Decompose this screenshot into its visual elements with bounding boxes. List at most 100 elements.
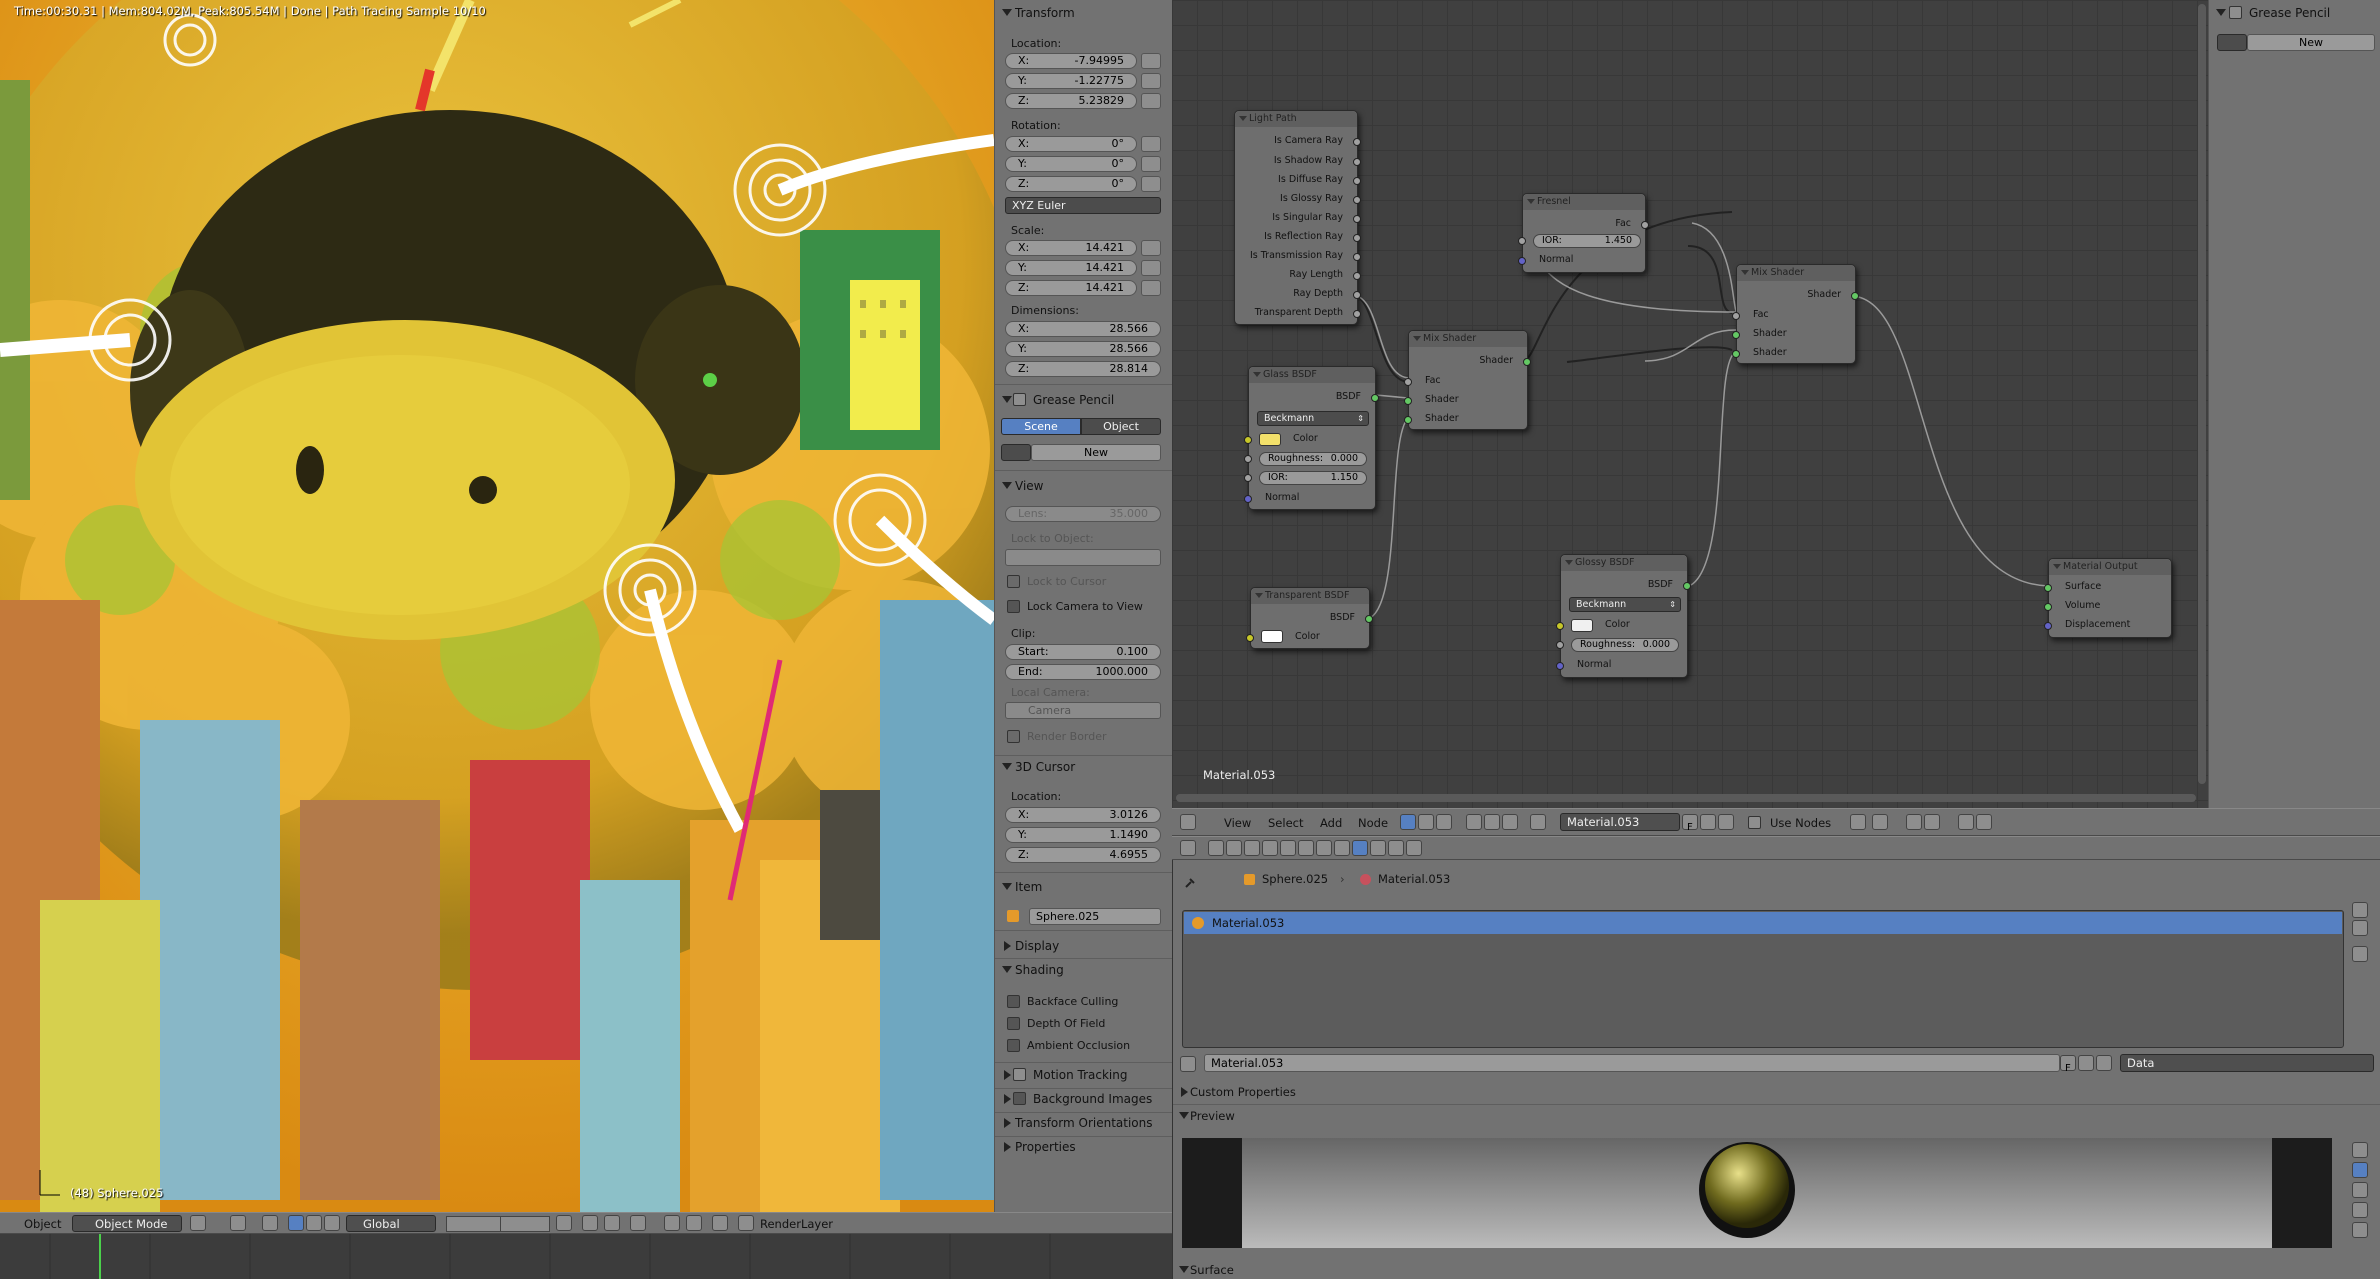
material-name-field[interactable]: Material.053 (1560, 813, 1680, 831)
line-style-icon[interactable] (1502, 814, 1518, 830)
pin-icon[interactable] (1184, 874, 1196, 888)
input-socket[interactable] (1518, 237, 1526, 245)
material-tab-icon[interactable] (1352, 840, 1368, 856)
physics-tab-icon[interactable] (1406, 840, 1422, 856)
transform-orientations-panel-header[interactable]: Transform Orientations (995, 1113, 1173, 1133)
display-panel-header[interactable]: Display (995, 936, 1173, 956)
layer-buttons[interactable] (446, 1216, 506, 1232)
lock-icon[interactable] (1141, 176, 1161, 192)
menu-object[interactable]: Object (24, 1217, 61, 1231)
breadcrumb-object[interactable]: Sphere.025 (1262, 872, 1328, 886)
surface-panel-header[interactable]: Surface (1172, 1260, 1350, 1279)
texture-nodes-icon[interactable] (1436, 814, 1452, 830)
scene-toggle[interactable]: Scene (1001, 418, 1081, 435)
output-socket[interactable] (1353, 158, 1361, 166)
pencil-icon[interactable] (2217, 34, 2247, 51)
output-socket[interactable] (1683, 582, 1691, 590)
backdrop-icon[interactable] (1850, 814, 1866, 830)
menu-add[interactable]: Add (1320, 816, 1342, 830)
output-socket[interactable] (1353, 138, 1361, 146)
output-socket[interactable] (1353, 234, 1361, 242)
output-socket[interactable] (1353, 272, 1361, 280)
modifiers-tab-icon[interactable] (1316, 840, 1332, 856)
location-x-field[interactable]: X: -7.94995 (1005, 53, 1137, 69)
custom-properties-panel-header[interactable]: Custom Properties (1172, 1082, 1350, 1102)
lock-layers-icon[interactable] (556, 1215, 572, 1231)
rotation-y-field[interactable]: Y: 0° (1005, 156, 1137, 172)
proportional-edit-icon[interactable] (582, 1215, 598, 1231)
unlink-icon[interactable] (1718, 814, 1734, 830)
lock-icon[interactable] (1141, 156, 1161, 172)
output-socket[interactable] (1523, 358, 1531, 366)
input-socket[interactable] (1556, 622, 1564, 630)
local-camera-field[interactable]: Camera (1005, 702, 1161, 719)
vertical-scrollbar[interactable] (2198, 4, 2206, 784)
output-socket[interactable] (1371, 394, 1379, 402)
distribution-dropdown[interactable]: Beckmann (1569, 597, 1681, 612)
ambient-occlusion-checkbox[interactable] (1007, 1039, 1020, 1052)
scale-x-field[interactable]: X: 14.421 (1005, 240, 1137, 256)
viewport-shading-icon[interactable] (190, 1215, 206, 1231)
preview-panel-header[interactable]: Preview (1172, 1106, 1350, 1126)
output-socket[interactable] (1353, 177, 1361, 185)
menu-view[interactable]: View (1224, 816, 1251, 830)
world-shader-icon[interactable] (1484, 814, 1500, 830)
preview-hair-icon[interactable] (2352, 1222, 2368, 1238)
preview-monkey-icon[interactable] (2352, 1202, 2368, 1218)
mix-shader-node[interactable]: Mix Shader Shader Fac Shader Shader (1732, 264, 1859, 364)
properties-panel-header[interactable]: Properties (995, 1137, 1173, 1157)
editor-type-icon[interactable] (1180, 814, 1196, 830)
ior-field[interactable]: IOR: 1.450 (1533, 234, 1641, 248)
input-socket[interactable] (2044, 584, 2052, 592)
roughness-field[interactable]: Roughness: 0.000 (1259, 452, 1367, 466)
snap-icon[interactable] (604, 1215, 620, 1231)
scene-tab-icon[interactable] (1244, 840, 1260, 856)
material-slot-selected[interactable]: Material.053 (1184, 912, 2342, 934)
render-layer-menu-icon[interactable] (738, 1215, 754, 1231)
lock-icon[interactable] (1141, 240, 1161, 256)
cursor-y-field[interactable]: Y: 1.1490 (1005, 827, 1161, 843)
color-swatch[interactable] (1261, 630, 1283, 643)
link-data-dropdown[interactable]: Data (2120, 1054, 2374, 1072)
input-socket[interactable] (1404, 416, 1412, 424)
timeline[interactable] (0, 1234, 1172, 1279)
input-socket[interactable] (1404, 397, 1412, 405)
input-socket[interactable] (1732, 331, 1740, 339)
input-socket[interactable] (1244, 495, 1252, 503)
fake-user-button[interactable]: F (2060, 1055, 2076, 1074)
material-output-node[interactable]: Material Output Surface Volume Displacem… (2044, 558, 2172, 638)
dimensions-z-field[interactable]: Z: 28.814 (1005, 361, 1161, 377)
preview-sphere-icon[interactable] (2352, 1162, 2368, 1178)
ior-field[interactable]: IOR: 1.150 (1259, 471, 1367, 485)
pencil-icon[interactable] (1001, 444, 1031, 461)
orientation-dropdown[interactable]: Global (346, 1215, 436, 1232)
roughness-field[interactable]: Roughness: 0.000 (1571, 638, 1679, 652)
copy-icon[interactable] (1958, 814, 1974, 830)
mode-dropdown[interactable]: Object Mode (72, 1215, 182, 1232)
glass-bsdf-node[interactable]: Glass BSDF BSDF Beckmann Color Roughness… (1244, 366, 1379, 510)
constraints-tab-icon[interactable] (1298, 840, 1314, 856)
fake-user-button[interactable]: F (1682, 814, 1698, 833)
input-socket[interactable] (1732, 350, 1740, 358)
lock-icon[interactable] (1141, 136, 1161, 152)
scale-icon[interactable] (324, 1215, 340, 1231)
snap-element-icon[interactable] (630, 1215, 646, 1231)
new-grease-pencil-button[interactable]: New (1031, 444, 1161, 461)
distribution-dropdown[interactable]: Beckmann (1257, 411, 1369, 426)
scale-y-field[interactable]: Y: 14.421 (1005, 260, 1137, 276)
output-socket[interactable] (1851, 292, 1859, 300)
output-socket[interactable] (1365, 615, 1373, 623)
output-socket[interactable] (1353, 253, 1361, 261)
view-panel-header[interactable]: View (995, 476, 1173, 496)
parent-node-icon[interactable] (1872, 814, 1888, 830)
dimensions-x-field[interactable]: X: 28.566 (1005, 321, 1161, 337)
input-socket[interactable] (2044, 603, 2052, 611)
use-nodes-checkbox[interactable] (1748, 816, 1761, 829)
remove-slot-icon[interactable] (2352, 920, 2368, 936)
cursor-z-field[interactable]: Z: 4.6955 (1005, 847, 1161, 863)
grease-pencil-checkbox[interactable] (1013, 393, 1026, 406)
slot-menu-icon[interactable] (2352, 946, 2368, 962)
rotation-mode-dropdown[interactable]: XYZ Euler (1005, 197, 1161, 214)
new-grease-pencil-button[interactable]: New (2247, 34, 2375, 51)
render-border-checkbox[interactable] (1007, 730, 1020, 743)
